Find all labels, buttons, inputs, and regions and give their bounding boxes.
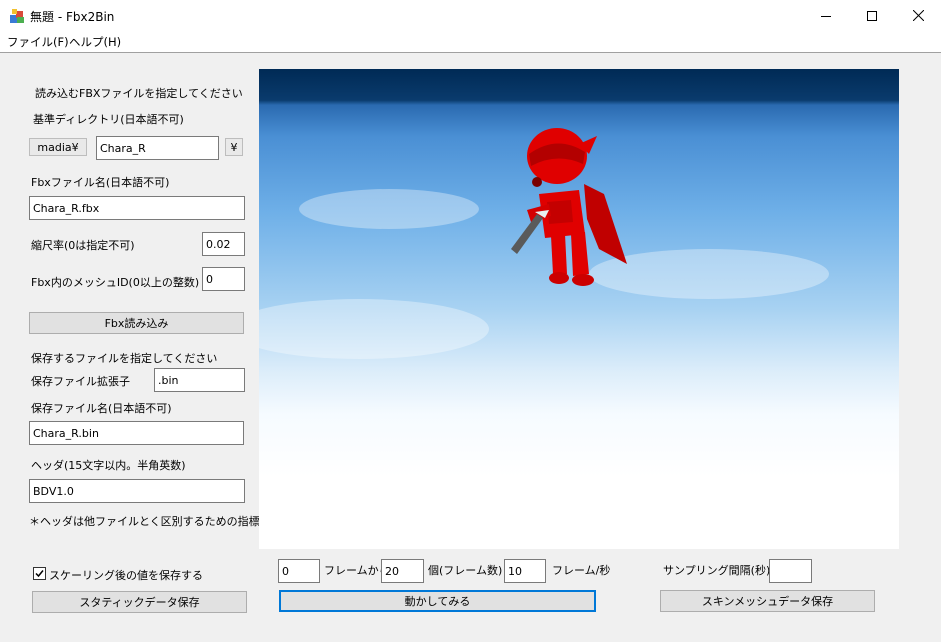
static-save-button[interactable]: スタティックデータ保存 (32, 591, 247, 613)
mesh-id-label: Fbx内のメッシュID(0以上の整数) (31, 276, 200, 289)
sampling-interval-label: サンプリング間隔(秒) (663, 564, 771, 577)
minimize-icon (821, 15, 831, 17)
header-label: ヘッダ(15文字以内。半角英数) (31, 459, 186, 472)
scale-label: 縮尺率(0は指定不可) (31, 239, 135, 252)
app-icon (8, 7, 26, 25)
fps-label: フレーム/秒 (552, 564, 611, 577)
cloud (259, 299, 489, 359)
header-note: ＊ヘッダは他ファイルとく区別するための指標です (29, 515, 282, 528)
title-bar: 無題 - Fbx2Bin (0, 0, 941, 31)
scaling-checkbox-label[interactable]: スケーリング後の値を保存する (49, 567, 203, 583)
minimize-button[interactable] (803, 0, 849, 31)
fps-input[interactable] (504, 559, 546, 583)
save-name-input[interactable] (29, 421, 244, 445)
save-prompt-label: 保存するファイルを指定してください (31, 352, 218, 365)
close-button[interactable] (895, 0, 941, 31)
cloud (299, 189, 479, 229)
base-dir-suffix: ¥ (225, 138, 243, 156)
fbx-name-input[interactable] (29, 196, 245, 220)
load-prompt-label: 読み込むFBXファイルを指定してください (35, 87, 243, 100)
checkmark-icon (35, 570, 44, 578)
frame-from-input[interactable] (278, 559, 320, 583)
fbx-load-button[interactable]: Fbx読み込み (29, 312, 244, 334)
character-model (511, 128, 627, 286)
base-dir-input[interactable] (96, 136, 219, 160)
maximize-button[interactable] (849, 0, 895, 31)
frame-from-label: フレームから (324, 564, 390, 577)
model-viewport[interactable] (259, 69, 899, 549)
save-name-label: 保存ファイル名(日本語不可) (31, 402, 172, 415)
play-animation-button[interactable]: 動かしてみる (279, 590, 596, 612)
fbx-name-label: Fbxファイル名(日本語不可) (31, 176, 170, 189)
window-title: 無題 - Fbx2Bin (30, 10, 115, 24)
menu-file[interactable]: ファイル(F) (7, 34, 69, 50)
ext-label: 保存ファイル拡張子 (31, 375, 130, 388)
menu-help[interactable]: ヘルプ(H) (69, 34, 121, 50)
skin-mesh-save-button[interactable]: スキンメッシュデータ保存 (660, 590, 875, 612)
frame-count-label: 個(フレーム数) (428, 564, 503, 577)
frame-count-input[interactable] (381, 559, 424, 583)
sampling-interval-input[interactable] (769, 559, 812, 583)
close-icon (912, 10, 924, 21)
ext-input[interactable] (154, 368, 245, 392)
mesh-id-input[interactable] (202, 267, 245, 291)
scale-input[interactable] (202, 232, 245, 256)
header-input[interactable] (29, 479, 245, 503)
base-dir-label: 基準ディレクトリ(日本語不可) (33, 113, 184, 126)
menu-bar: ファイル(F) ヘルプ(H) (0, 31, 941, 51)
maximize-icon (867, 10, 877, 21)
base-dir-prefix: madia¥ (29, 138, 87, 156)
scaling-checkbox[interactable] (33, 567, 46, 580)
